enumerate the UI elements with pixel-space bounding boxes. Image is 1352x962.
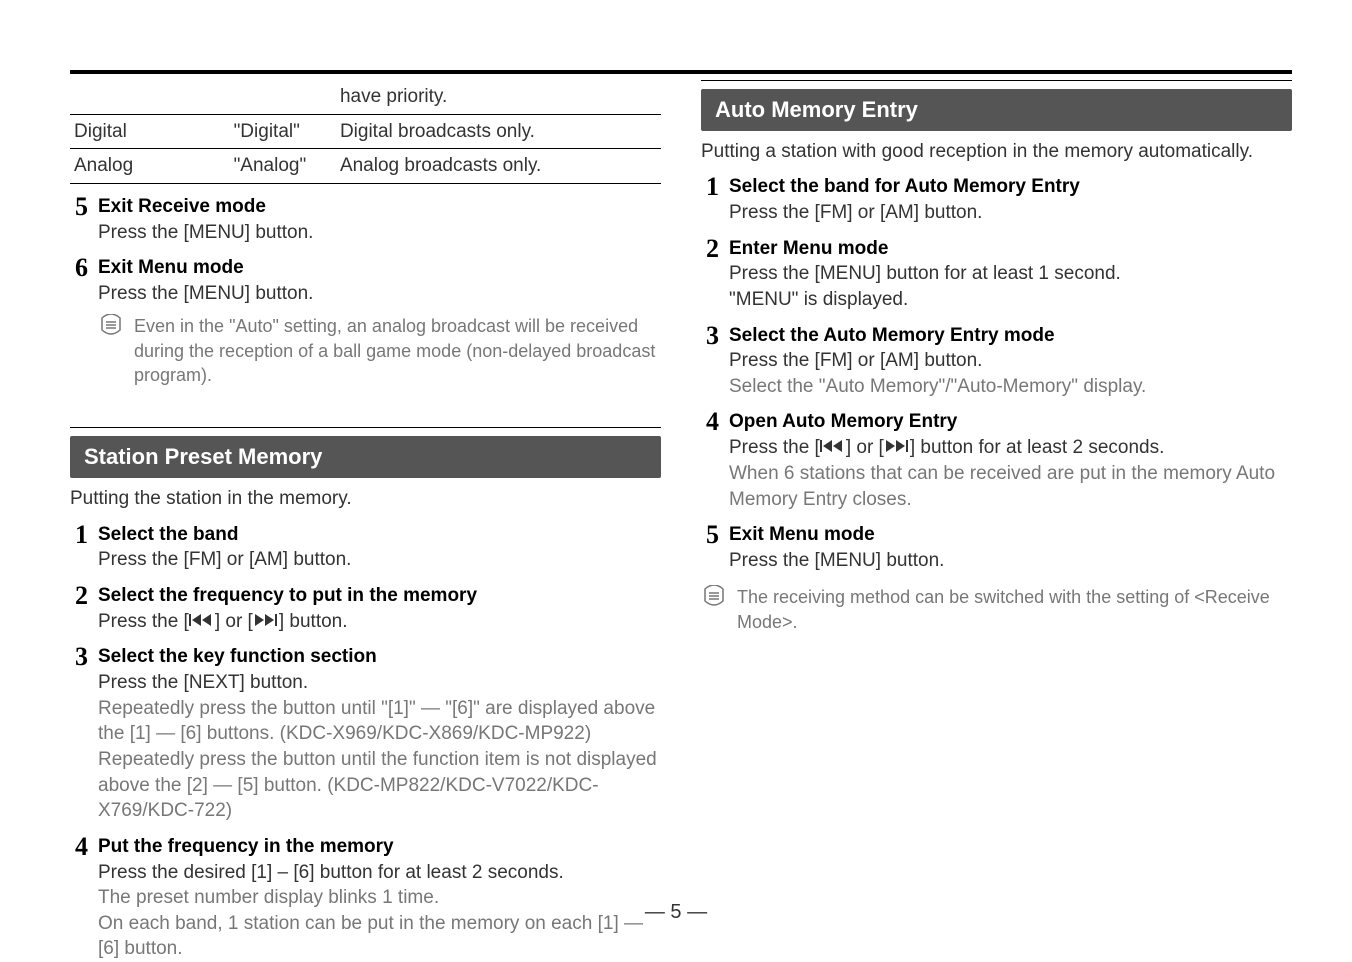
step-heading: Select the key function section [98, 644, 661, 670]
step-line: Repeatedly press the button until the fu… [98, 747, 661, 824]
text-frag: Press the [ [729, 437, 820, 458]
left-column: have priority. Digital "Digital" Digital… [70, 80, 661, 962]
cell: Digital [70, 114, 230, 149]
step-line: Press the [MENU] button. [98, 220, 661, 246]
text-frag: ] button for at least 2 seconds. [910, 437, 1165, 458]
right-column: Auto Memory Entry Putting a station with… [701, 80, 1292, 962]
cell: Analog [70, 149, 230, 184]
text-frag: Press the [ [98, 611, 189, 632]
track-next-icon [253, 609, 279, 635]
receive-mode-table: have priority. Digital "Digital" Digital… [70, 80, 661, 184]
step-number: 4 [701, 409, 719, 512]
step-number: 5 [701, 522, 719, 573]
step-number: 1 [70, 522, 88, 573]
auto-step-2: 2 Enter Menu mode Press the [MENU] butto… [701, 236, 1292, 313]
page-number: — 5 — [0, 901, 1352, 924]
step-heading: Open Auto Memory Entry [729, 409, 1292, 435]
step-6: 6 Exit Menu mode Press the [MENU] button… [70, 255, 661, 306]
step-heading: Select the band for Auto Memory Entry [729, 174, 1292, 200]
step-5: 5 Exit Receive mode Press the [MENU] but… [70, 194, 661, 245]
cell: "Digital" [230, 114, 336, 149]
auto-step-3: 3 Select the Auto Memory Entry mode Pres… [701, 323, 1292, 400]
preset-step-3: 3 Select the key function section Press … [70, 644, 661, 823]
step-line: Press the [MENU] button. [98, 281, 661, 307]
step-line: Press the [FM] or [AM] button. [98, 547, 661, 573]
step-line: Press the [FM] or [AM] button. [729, 200, 1292, 226]
step-line: Press the [MENU] button for at least 1 s… [729, 261, 1292, 287]
step-number: 6 [70, 255, 88, 306]
step-heading: Select the Auto Memory Entry mode [729, 323, 1292, 349]
step-number: 1 [701, 174, 719, 225]
cell: Analog broadcasts only. [336, 149, 661, 184]
step-number: 2 [701, 236, 719, 313]
top-rule [70, 70, 1292, 74]
section-auto: Auto Memory Entry [701, 80, 1292, 131]
section-rule [70, 427, 661, 428]
step-number: 5 [70, 194, 88, 245]
step-number: 3 [701, 323, 719, 400]
section-title-bar: Station Preset Memory [70, 436, 661, 478]
step-line: Press the [NEXT] button. [98, 670, 661, 696]
section-preset: Station Preset Memory [70, 427, 661, 478]
step-heading: Put the frequency in the memory [98, 834, 661, 860]
step-heading: Select the band [98, 522, 661, 548]
step-heading: Exit Menu mode [729, 522, 1292, 548]
note-icon [701, 585, 727, 634]
step-line: Select the "Auto Memory"/"Auto-Memory" d… [729, 374, 1292, 400]
note-block: Even in the "Auto" setting, an analog br… [70, 314, 661, 387]
step-line: Repeatedly press the button until "[1]" … [98, 696, 661, 747]
step-number: 3 [70, 644, 88, 823]
cell: "Analog" [230, 149, 336, 184]
cell [70, 80, 230, 114]
note-text: The receiving method can be switched wit… [737, 585, 1292, 634]
step-line: When 6 stations that can be received are… [729, 461, 1292, 512]
preset-step-4: 4 Put the frequency in the memory Press … [70, 834, 661, 962]
step-heading: Exit Menu mode [98, 255, 661, 281]
section-intro: Putting the station in the memory. [70, 486, 661, 512]
auto-step-5: 5 Exit Menu mode Press the [MENU] button… [701, 522, 1292, 573]
track-prev-icon [189, 609, 215, 635]
step-heading: Enter Menu mode [729, 236, 1292, 262]
step-heading: Exit Receive mode [98, 194, 661, 220]
text-frag: ] or [ [846, 437, 884, 458]
track-prev-icon [820, 435, 846, 461]
note-icon [98, 314, 124, 387]
manual-page: have priority. Digital "Digital" Digital… [0, 0, 1352, 954]
table-row: have priority. [70, 80, 661, 114]
step-heading: Select the frequency to put in the memor… [98, 583, 661, 609]
step-number: 4 [70, 834, 88, 962]
text-frag: ] button. [279, 611, 348, 632]
note-block: The receiving method can be switched wit… [701, 585, 1292, 634]
step-line: Press the [MENU] button. [729, 548, 1292, 574]
step-line: Press the [ ] or [ ] button. [98, 609, 661, 635]
section-intro: Putting a station with good reception in… [701, 139, 1292, 165]
section-rule [701, 80, 1292, 81]
section-title-bar: Auto Memory Entry [701, 89, 1292, 131]
cell: have priority. [336, 80, 661, 114]
preset-step-1: 1 Select the band Press the [FM] or [AM]… [70, 522, 661, 573]
step-line: Press the desired [1] – [6] button for a… [98, 860, 661, 886]
two-column-layout: have priority. Digital "Digital" Digital… [70, 80, 1292, 962]
auto-step-1: 1 Select the band for Auto Memory Entry … [701, 174, 1292, 225]
auto-step-4: 4 Open Auto Memory Entry Press the [ ] or… [701, 409, 1292, 512]
table-row: Analog "Analog" Analog broadcasts only. [70, 149, 661, 184]
preset-step-2: 2 Select the frequency to put in the mem… [70, 583, 661, 634]
step-line: "MENU" is displayed. [729, 287, 1292, 313]
step-number: 2 [70, 583, 88, 634]
track-next-icon [884, 435, 910, 461]
text-frag: ] or [ [215, 611, 253, 632]
step-line: Press the [ ] or [ ] button for at least 2… [729, 435, 1292, 461]
cell [230, 80, 336, 114]
cell: Digital broadcasts only. [336, 114, 661, 149]
step-line: Press the [FM] or [AM] button. [729, 348, 1292, 374]
note-text: Even in the "Auto" setting, an analog br… [134, 314, 661, 387]
table-row: Digital "Digital" Digital broadcasts onl… [70, 114, 661, 149]
